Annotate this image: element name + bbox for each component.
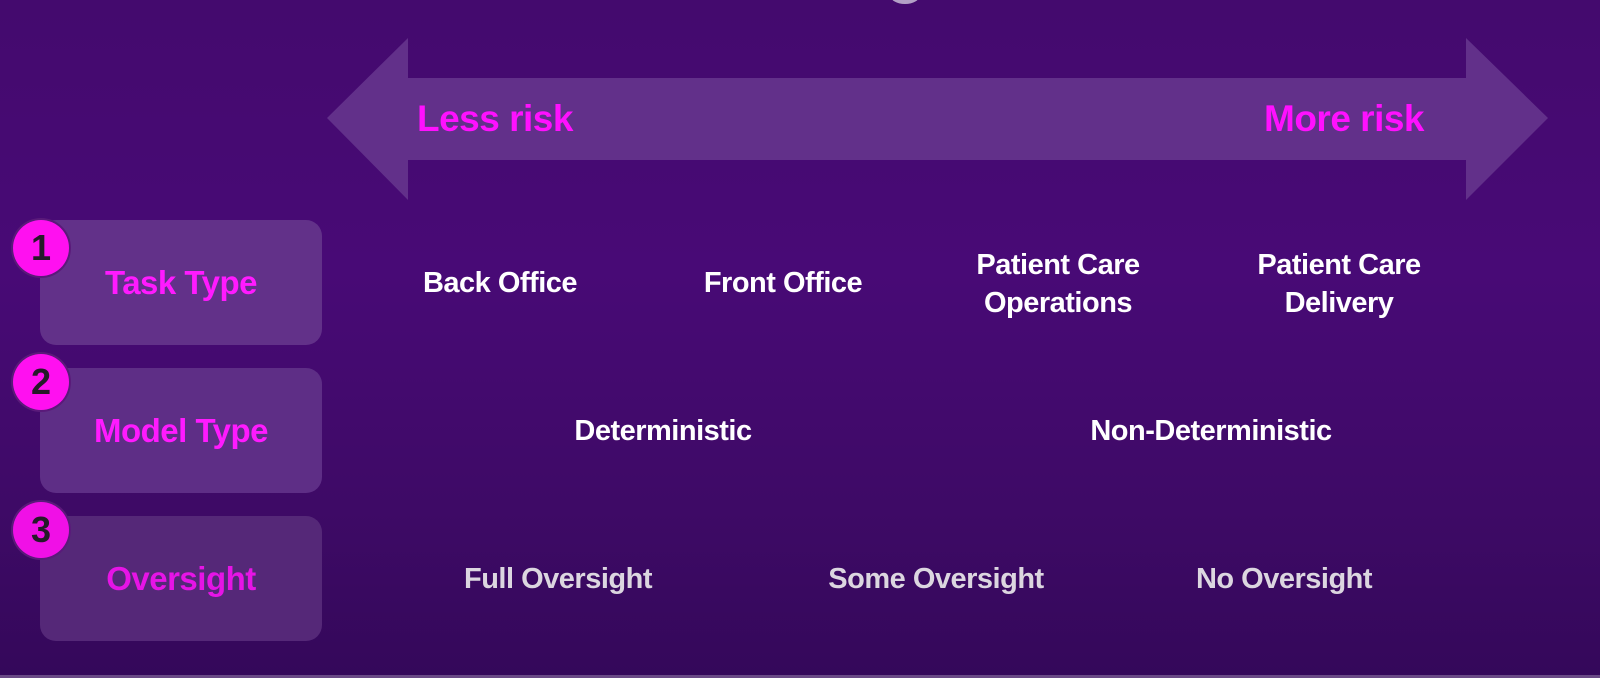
task-type-patient-care-delivery: Patient Care Delivery: [1257, 246, 1421, 322]
oversight-label: Oversight: [106, 559, 256, 597]
number-badge-1: 1: [13, 220, 69, 276]
model-type-non-deterministic: Non-Deterministic: [1090, 415, 1332, 447]
number-badge-2: 2: [13, 354, 69, 410]
row-label-model-type: Model Type: [40, 368, 322, 493]
task-type-label: Task Type: [104, 263, 258, 301]
oversight-some: Some Oversight: [828, 563, 1044, 595]
cell-line: Patient Care: [976, 249, 1140, 281]
more-risk-label: More risk: [1264, 98, 1425, 139]
number-badge-3: 3: [13, 502, 69, 558]
cell-line: Operations: [983, 287, 1133, 319]
oversight-none: No Oversight: [1195, 563, 1373, 595]
model-type-label: Model Type: [93, 411, 269, 449]
oversight-full: Full Oversight: [464, 563, 652, 595]
less-risk-label: Less risk: [417, 98, 573, 139]
row-label-task-type: Task Type: [40, 220, 322, 345]
task-type-front-office: Front Office: [703, 267, 863, 299]
cell-line: Delivery: [1284, 287, 1394, 319]
cell-line: Patient Care: [1257, 249, 1421, 281]
task-type-back-office: Back Office: [422, 267, 578, 299]
task-type-patient-care-operations: Patient Care Operations: [976, 246, 1140, 322]
model-type-deterministic: Deterministic: [574, 415, 752, 447]
row-label-oversight: Oversight: [40, 516, 322, 641]
